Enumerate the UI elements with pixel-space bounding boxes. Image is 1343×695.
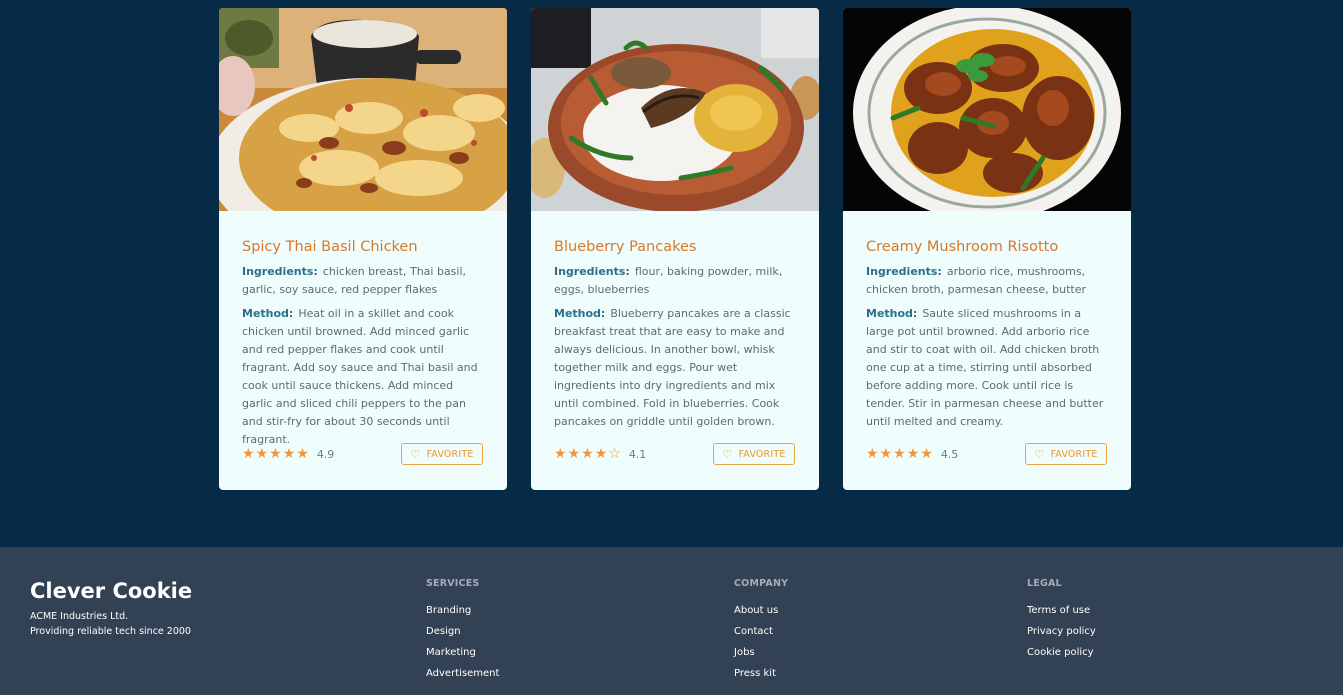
brand-name: Clever Cookie [30, 579, 193, 603]
footer-link-press-kit[interactable]: Press kit [734, 663, 788, 684]
recipe-method: Method: Blueberry pancakes are a classic … [554, 305, 796, 431]
recipe-card-list: Spicy Thai Basil Chicken Ingredients: chi… [219, 8, 1131, 490]
footer-link-cookie[interactable]: Cookie policy [1027, 642, 1096, 663]
star-icon: ★ [269, 446, 282, 462]
heart-icon: ♡ [410, 447, 421, 461]
recipe-ingredients: Ingredients: flour, baking powder, milk, … [554, 263, 796, 299]
footer-services-title: SERVICES [426, 578, 480, 589]
rating-value: 4.5 [940, 447, 959, 461]
ingredients-label: Ingredients: [554, 265, 630, 278]
star-rating: ★ ★ ★ ★ ★ [866, 447, 933, 461]
star-icon: ★ [567, 446, 581, 462]
star-icon: ★ [255, 446, 269, 462]
footer-link-privacy[interactable]: Privacy policy [1027, 621, 1096, 642]
footer-legal: LEGAL Terms of use Privacy policy Cookie… [1027, 578, 1096, 663]
star-rating: ★ ★ ★ ★ ☆ [554, 447, 621, 461]
recipe-ingredients: Ingredients: chicken breast, Thai basil, … [242, 263, 484, 299]
method-label: Method: [242, 307, 294, 320]
footer-company: COMPANY About us Contact Jobs Press kit [734, 578, 788, 684]
footer-services: SERVICES Branding Design Marketing Adver… [426, 578, 499, 684]
method-text: Blueberry pancakes are a classic breakfa… [554, 307, 791, 428]
footer-link-advertisement[interactable]: Advertisement [426, 663, 499, 684]
recipe-image [843, 8, 1131, 211]
recipe-image [531, 8, 819, 211]
company-tagline: Providing reliable tech since 2000 [30, 626, 191, 637]
footer-legal-title: LEGAL [1027, 578, 1062, 589]
company-name: ACME Industries Ltd. [30, 611, 129, 622]
star-icon: ★ [866, 446, 879, 462]
method-text: Heat oil in a skillet and cook chicken u… [242, 307, 478, 446]
star-icon: ★ [296, 446, 309, 462]
heart-icon: ♡ [722, 447, 733, 461]
star-icon: ★ [893, 446, 906, 462]
recipe-method: Method: Heat oil in a skillet and cook ch… [242, 305, 484, 449]
favorite-button[interactable]: ♡ FAVORITE [1025, 443, 1107, 465]
footer-link-marketing[interactable]: Marketing [426, 642, 499, 663]
heart-icon: ♡ [1034, 447, 1045, 461]
footer-link-contact[interactable]: Contact [734, 621, 788, 642]
card-footer: ★ ★ ★ ★ ☆ 4.1 ♡ FAVORITE [554, 442, 795, 466]
footer-link-jobs[interactable]: Jobs [734, 642, 788, 663]
recipe-card: Creamy Mushroom Risotto Ingredients: arbo… [843, 8, 1131, 490]
favorite-label: FAVORITE [1050, 448, 1098, 460]
footer-brand: Clever Cookie ACME Industries Ltd. Provi… [30, 579, 192, 639]
star-icon: ★ [554, 446, 567, 462]
star-icon: ★ [906, 446, 920, 462]
star-empty-icon: ☆ [608, 446, 621, 462]
favorite-button[interactable]: ♡ FAVORITE [713, 443, 795, 465]
star-icon: ★ [242, 446, 255, 462]
star-icon: ★ [594, 446, 608, 462]
ingredients-label: Ingredients: [242, 265, 318, 278]
favorite-button[interactable]: ♡ FAVORITE [401, 443, 483, 465]
recipe-title: Spicy Thai Basil Chicken [242, 239, 418, 255]
favorite-label: FAVORITE [426, 448, 474, 460]
star-rating: ★ ★ ★ ★ ★ [242, 447, 309, 461]
method-text: Saute sliced mushrooms in a large pot un… [866, 307, 1104, 428]
site-footer: Clever Cookie ACME Industries Ltd. Provi… [0, 547, 1343, 695]
footer-link-about-us[interactable]: About us [734, 600, 788, 621]
recipe-card: Spicy Thai Basil Chicken Ingredients: chi… [219, 8, 507, 490]
recipe-image [219, 8, 507, 211]
recipe-ingredients: Ingredients: arborio rice, mushrooms, chi… [866, 263, 1108, 299]
rating-value: 4.1 [628, 447, 647, 461]
footer-link-design[interactable]: Design [426, 621, 499, 642]
recipe-card: Blueberry Pancakes Ingredients: flour, ba… [531, 8, 819, 490]
favorite-label: FAVORITE [738, 448, 786, 460]
recipe-title: Blueberry Pancakes [554, 239, 697, 255]
star-icon: ★ [920, 446, 933, 462]
footer-link-branding[interactable]: Branding [426, 600, 499, 621]
recipe-method: Method: Saute sliced mushrooms in a large… [866, 305, 1108, 431]
footer-company-title: COMPANY [734, 578, 789, 589]
star-icon: ★ [879, 446, 893, 462]
card-footer: ★ ★ ★ ★ ★ 4.5 ♡ FAVORITE [866, 442, 1107, 466]
rating-value: 4.9 [316, 447, 335, 461]
method-label: Method: [866, 307, 918, 320]
ingredients-label: Ingredients: [866, 265, 942, 278]
footer-link-terms[interactable]: Terms of use [1027, 600, 1096, 621]
method-label: Method: [554, 307, 606, 320]
recipe-title: Creamy Mushroom Risotto [866, 239, 1059, 255]
star-icon: ★ [282, 446, 296, 462]
star-icon: ★ [581, 446, 594, 462]
card-footer: ★ ★ ★ ★ ★ 4.9 ♡ FAVORITE [242, 442, 483, 466]
